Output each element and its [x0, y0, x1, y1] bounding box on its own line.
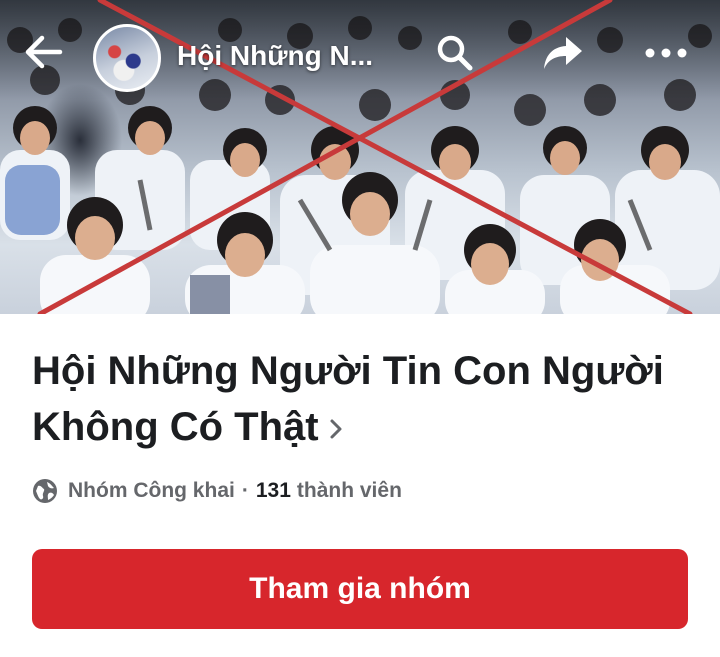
back-button[interactable] [18, 26, 70, 78]
group-meta: Nhóm Công khai · 131 thành viên [32, 476, 402, 506]
member-count: 131 [255, 479, 291, 502]
more-horizontal-icon [645, 48, 687, 58]
search-button[interactable] [432, 30, 478, 76]
group-name-link[interactable]: Hội Những Người Tin Con Người Không Có T… [32, 343, 682, 455]
more-options-button[interactable] [643, 30, 689, 76]
chevron-right-icon [330, 419, 342, 439]
top-nav-bar: Hội Những N... [0, 20, 720, 92]
search-icon [437, 35, 473, 71]
group-avatar[interactable] [93, 24, 161, 92]
arrow-left-icon [25, 35, 63, 69]
group-name: Hội Những Người Tin Con Người Không Có T… [32, 349, 664, 449]
share-icon [544, 37, 582, 69]
top-bar-title: Hội Những N... [177, 40, 374, 71]
share-button[interactable] [540, 30, 586, 76]
member-label: thành viên [296, 479, 402, 502]
meta-separator: · [241, 479, 249, 502]
join-group-button[interactable]: Tham gia nhóm [32, 549, 688, 629]
privacy-label: Nhóm Công khai [68, 479, 235, 502]
join-group-label: Tham gia nhóm [249, 572, 471, 605]
globe-icon [33, 479, 57, 503]
